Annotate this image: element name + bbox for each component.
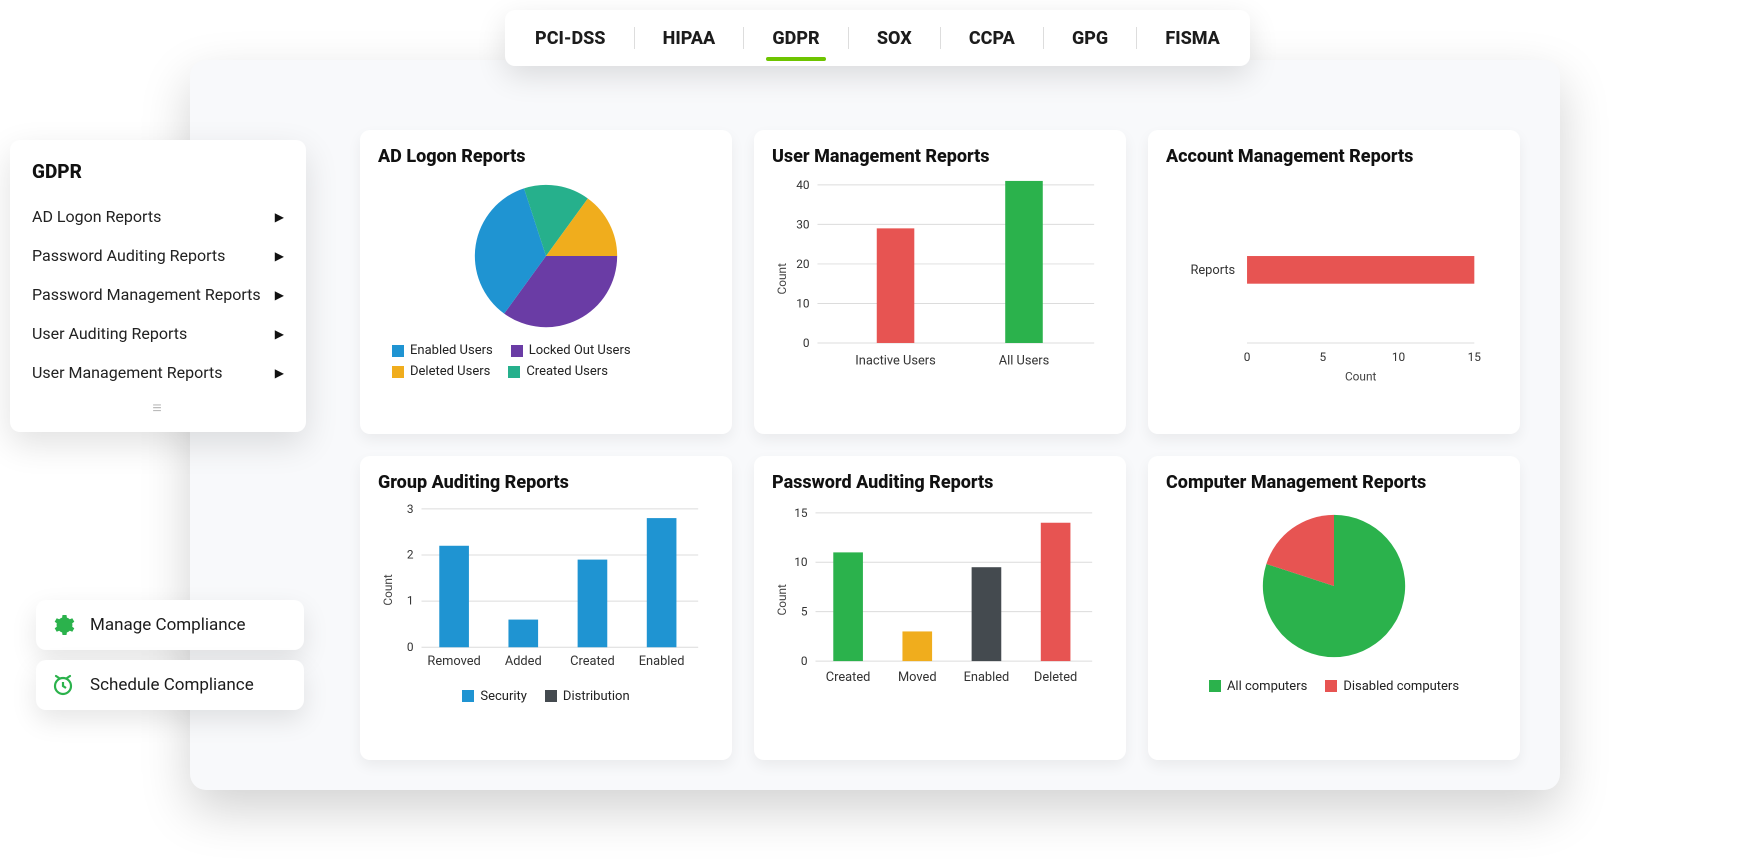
card-title: Account Management Reports	[1166, 146, 1502, 167]
sidebar-item-user-auditing[interactable]: User Auditing Reports ▶	[32, 314, 284, 353]
card-user-management[interactable]: User Management Reports Count 0 10 20 30	[754, 130, 1126, 434]
sidebar-title: GDPR	[32, 160, 284, 183]
svg-text:Count: Count	[775, 584, 789, 616]
svg-text:0: 0	[1244, 350, 1251, 364]
svg-text:1: 1	[407, 594, 414, 608]
tab-pcidss[interactable]: PCI-DSS	[523, 14, 617, 63]
svg-text:Removed: Removed	[427, 654, 480, 669]
caret-right-icon: ▶	[275, 366, 284, 380]
sidebar-item-label: User Auditing Reports	[32, 324, 187, 343]
card-account-management[interactable]: Account Management Reports Reports 0 5 1…	[1148, 130, 1520, 434]
card-password-auditing[interactable]: Password Auditing Reports Count 0 5 10 1…	[754, 456, 1126, 760]
svg-text:40: 40	[796, 178, 809, 192]
dashboard-panel: AD Logon Reports Enabled Users Locked Ou…	[190, 60, 1560, 790]
sidebar-item-label: Password Management Reports	[32, 285, 261, 304]
svg-text:5: 5	[801, 605, 808, 619]
svg-text:Reports: Reports	[1190, 263, 1235, 278]
tab-sox[interactable]: SOX	[865, 14, 924, 63]
svg-text:10: 10	[1392, 350, 1405, 364]
drag-handle-icon[interactable]: ≡	[32, 392, 284, 418]
svg-text:0: 0	[801, 654, 808, 668]
svg-text:Created: Created	[826, 670, 871, 685]
svg-text:Added: Added	[505, 654, 542, 669]
sidebar-item-password-management[interactable]: Password Management Reports ▶	[32, 275, 284, 314]
svg-text:30: 30	[796, 217, 809, 231]
pie-chart-cm	[1166, 501, 1502, 679]
svg-text:5: 5	[1319, 350, 1326, 364]
svg-text:Inactive Users: Inactive Users	[855, 354, 935, 369]
card-ad-logon[interactable]: AD Logon Reports Enabled Users Locked Ou…	[360, 130, 732, 434]
card-title: User Management Reports	[772, 146, 1108, 167]
caret-right-icon: ▶	[275, 327, 284, 341]
legend-item: Deleted Users	[392, 364, 490, 379]
svg-text:0: 0	[803, 336, 810, 350]
svg-text:15: 15	[794, 506, 808, 520]
gear-icon	[50, 612, 76, 638]
legend-item: Enabled Users	[392, 343, 493, 358]
bar-chart-pa: Count 0 5 10 15 Created	[772, 501, 1108, 709]
legend-item: Locked Out Users	[511, 343, 631, 358]
card-title: Group Auditing Reports	[378, 472, 714, 493]
sidebar-item-label: AD Logon Reports	[32, 207, 161, 226]
svg-text:10: 10	[794, 555, 807, 569]
pie-chart-ad-logon	[378, 175, 714, 343]
bar-chart-ga: Count 0 1 2 3 Removed	[378, 501, 714, 689]
card-computer-management[interactable]: Computer Management Reports All computer…	[1148, 456, 1520, 760]
svg-text:20: 20	[796, 257, 809, 271]
legend-item: Disabled computers	[1325, 679, 1459, 694]
tab-gdpr[interactable]: GDPR	[760, 14, 831, 63]
tab-hipaa[interactable]: HIPAA	[651, 14, 728, 63]
svg-text:All Users: All Users	[999, 354, 1050, 369]
svg-text:Created: Created	[570, 654, 615, 669]
legend-item: Created Users	[508, 364, 608, 379]
svg-text:Moved: Moved	[898, 670, 937, 685]
svg-text:15: 15	[1468, 350, 1482, 364]
legend-item: Security	[462, 689, 527, 704]
svg-text:Enabled: Enabled	[964, 670, 1010, 685]
tab-gpg[interactable]: GPG	[1060, 14, 1120, 63]
tab-ccpa[interactable]: CCPA	[957, 14, 1027, 63]
svg-text:3: 3	[407, 502, 414, 516]
sidebar-item-user-management[interactable]: User Management Reports ▶	[32, 353, 284, 392]
sidebar-item-label: Password Auditing Reports	[32, 246, 225, 265]
legend-item: All computers	[1209, 679, 1307, 694]
caret-right-icon: ▶	[275, 210, 284, 224]
svg-text:0: 0	[407, 640, 414, 654]
sidebar: GDPR AD Logon Reports ▶ Password Auditin…	[10, 140, 306, 432]
legend-item: Distribution	[545, 689, 630, 704]
card-group-auditing[interactable]: Group Auditing Reports Count 0 1 2 3	[360, 456, 732, 760]
svg-text:Enabled: Enabled	[639, 654, 685, 669]
clock-icon	[50, 672, 76, 698]
sidebar-item-ad-logon[interactable]: AD Logon Reports ▶	[32, 197, 284, 236]
svg-text:2: 2	[407, 547, 414, 561]
tab-fisma[interactable]: FISMA	[1153, 14, 1231, 63]
hbar-chart-am: Reports 0 5 10 15 Count	[1166, 175, 1502, 383]
compliance-tabs: PCI-DSS HIPAA GDPR SOX CCPA GPG FISMA	[505, 10, 1250, 66]
card-title: Computer Management Reports	[1166, 472, 1502, 493]
svg-text:Count: Count	[775, 263, 789, 295]
svg-text:Count: Count	[1345, 370, 1377, 383]
action-label: Manage Compliance	[90, 615, 246, 635]
manage-compliance-button[interactable]: Manage Compliance	[36, 600, 304, 650]
sidebar-item-password-auditing[interactable]: Password Auditing Reports ▶	[32, 236, 284, 275]
card-title: Password Auditing Reports	[772, 472, 1108, 493]
cards-grid: AD Logon Reports Enabled Users Locked Ou…	[360, 130, 1520, 760]
svg-text:Deleted: Deleted	[1034, 670, 1077, 685]
bar-chart-um: Count 0 10 20 30 40 Inacti	[772, 175, 1108, 383]
svg-text:Count: Count	[381, 574, 395, 606]
svg-text:10: 10	[796, 296, 809, 310]
caret-right-icon: ▶	[275, 288, 284, 302]
action-label: Schedule Compliance	[90, 675, 254, 695]
card-title: AD Logon Reports	[378, 146, 714, 167]
sidebar-item-label: User Management Reports	[32, 363, 223, 382]
schedule-compliance-button[interactable]: Schedule Compliance	[36, 660, 304, 710]
caret-right-icon: ▶	[275, 249, 284, 263]
